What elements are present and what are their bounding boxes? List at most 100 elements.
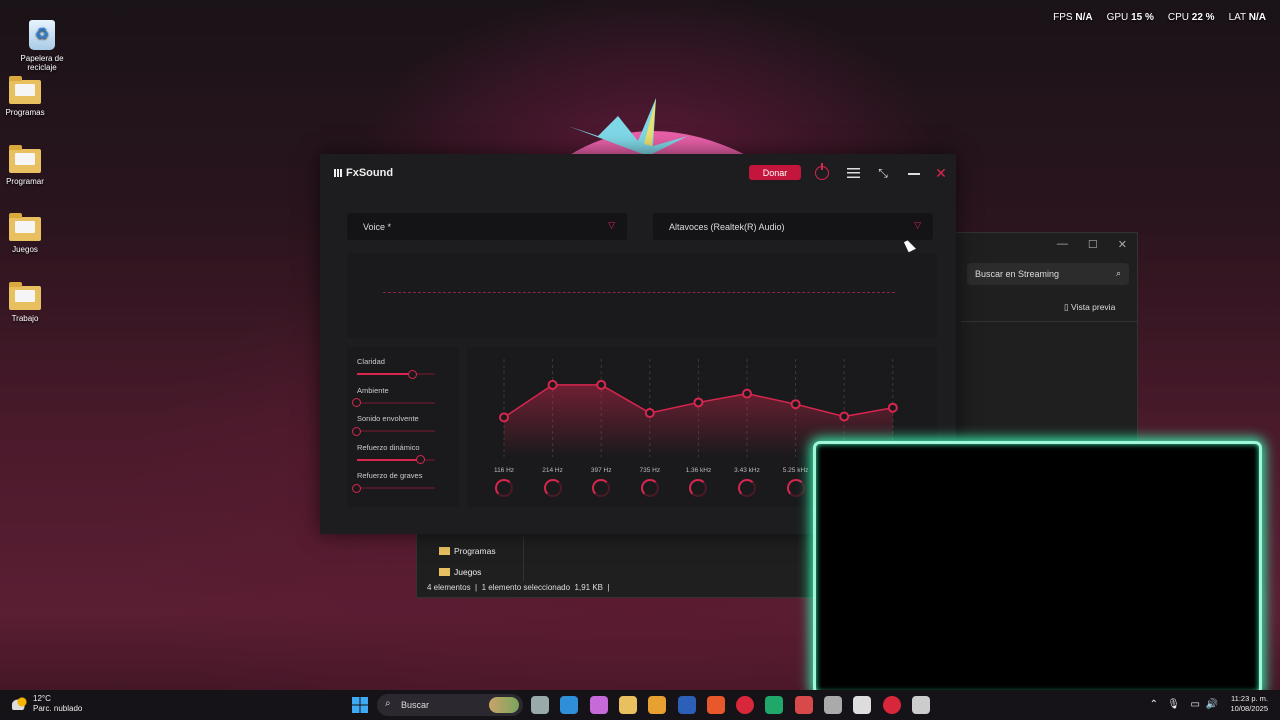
nav-item-juegos[interactable]: Juegos xyxy=(439,567,481,577)
eq-band-handle-8[interactable] xyxy=(887,402,898,413)
eq-band-dial-0[interactable] xyxy=(495,479,513,497)
slider-track[interactable] xyxy=(357,369,435,379)
steam-icon[interactable] xyxy=(824,696,842,714)
capture-overlay-window xyxy=(813,441,1262,695)
power-button[interactable] xyxy=(812,163,832,183)
fxsound-taskbar-icon[interactable] xyxy=(853,696,872,714)
microphone-icon[interactable]: 🎙 xyxy=(1167,699,1180,710)
start-button[interactable] xyxy=(352,697,368,713)
eq-frequency-label: 397 Hz xyxy=(590,467,612,474)
whatsapp-icon[interactable] xyxy=(765,696,784,714)
task-manager-icon[interactable] xyxy=(911,696,930,714)
chevron-down-icon: ▽ xyxy=(608,220,615,230)
chrome-icon[interactable] xyxy=(648,696,667,714)
maximize-icon[interactable]: ☐ xyxy=(1088,238,1098,251)
slider-knob[interactable] xyxy=(415,455,425,464)
effect-label: Claridad xyxy=(357,357,385,366)
word-icon[interactable] xyxy=(677,696,696,714)
opera-icon[interactable] xyxy=(882,696,901,714)
edge-icon[interactable] xyxy=(560,696,579,714)
slider-track[interactable] xyxy=(357,455,435,464)
effect-label: Ambiente xyxy=(357,385,389,395)
equalizer-logo-icon xyxy=(334,169,343,177)
eq-band-handle-0[interactable] xyxy=(499,412,509,423)
folder-icon xyxy=(439,547,450,555)
slider-knob[interactable] xyxy=(408,369,418,379)
shrink-arrows-icon: ⤡ xyxy=(878,166,888,180)
opera-gx-icon[interactable] xyxy=(736,696,755,714)
donate-button[interactable]: Donar xyxy=(749,165,801,180)
compact-mode-button[interactable]: ⤡ xyxy=(873,163,893,183)
close-icon[interactable]: ✕ xyxy=(1118,238,1127,251)
effect-slider-4[interactable]: Refuerzo de graves xyxy=(352,471,435,493)
eq-band-handle-6[interactable] xyxy=(790,399,801,410)
effect-label: Refuerzo de graves xyxy=(357,471,423,480)
copilot-icon[interactable] xyxy=(589,696,608,714)
microphone-icon[interactable] xyxy=(794,696,813,714)
eq-band-dial-6[interactable] xyxy=(786,479,805,497)
menu-button[interactable] xyxy=(843,163,863,183)
performance-overlay: FPS N/A GPU 15 % CPU 22 % LAT N/A xyxy=(1053,12,1266,23)
output-device-dropdown[interactable]: Altavoces (Realtek(R) Audio) ▽ xyxy=(653,213,933,240)
desktop-icon-programar[interactable]: Programar xyxy=(0,145,50,186)
slider-track[interactable] xyxy=(352,398,435,407)
nav-item-programas[interactable]: Programas xyxy=(439,546,496,556)
effect-slider-3[interactable]: Refuerzo dinámico xyxy=(357,443,435,464)
taskbar: 12°C Parc. nublado ⌕ Buscar ⌃ 🎙 ▭ 🔊 11:2… xyxy=(0,690,1280,720)
divider xyxy=(523,537,524,581)
desktop-icon-label: Trabajo xyxy=(11,314,39,323)
folder-icon xyxy=(9,282,41,310)
folder-icon xyxy=(439,568,450,576)
eq-frequency-label: 1.36 kHz xyxy=(685,467,712,474)
brave-icon[interactable] xyxy=(706,696,725,714)
slider-knob[interactable] xyxy=(352,398,361,407)
slider-track[interactable] xyxy=(352,426,435,436)
preset-dropdown[interactable]: Voice * ▽ xyxy=(347,213,627,240)
explorer-search-input[interactable]: Buscar en Streaming ⌕ xyxy=(967,263,1129,285)
chevron-up-icon[interactable]: ⌃ xyxy=(1150,699,1158,710)
eq-band-handle-4[interactable] xyxy=(693,397,704,408)
minimize-icon xyxy=(908,173,920,175)
eq-frequency-label: 3.43 kHz xyxy=(734,467,760,474)
eq-band-dial-5[interactable] xyxy=(738,479,756,497)
desktop-icon-programas[interactable]: Programas xyxy=(0,76,50,117)
weather-description: Parc. nublado xyxy=(33,704,83,713)
slider-knob[interactable] xyxy=(352,426,361,436)
minimize-button[interactable] xyxy=(904,163,924,183)
network-icon[interactable]: ▭ xyxy=(1191,699,1200,710)
eq-frequency-label: 214 Hz xyxy=(542,467,563,474)
effect-slider-1[interactable]: Ambiente xyxy=(352,385,435,407)
desktop-icon-label: Programar xyxy=(6,177,44,186)
minimize-icon[interactable]: — xyxy=(1057,238,1068,251)
effect-slider-0[interactable]: Claridad xyxy=(357,357,435,379)
slider-track[interactable] xyxy=(352,483,435,493)
eq-frequency-label: 735 Hz xyxy=(639,467,661,474)
fps-stat: FPS N/A xyxy=(1053,12,1093,23)
eq-band-handle-5[interactable] xyxy=(742,388,752,399)
eq-band-dial-3[interactable] xyxy=(640,479,659,497)
taskbar-search-label: Buscar xyxy=(401,700,430,710)
effect-slider-2[interactable]: Sonido envolvente xyxy=(352,414,435,436)
hamburger-icon xyxy=(846,168,860,178)
close-button[interactable]: ✕ xyxy=(931,163,951,183)
explorer-window-controls: — ☐ ✕ xyxy=(1057,238,1127,251)
eq-band-handle-3[interactable] xyxy=(644,408,655,418)
preview-pane-button[interactable]: ▯ Vista previa xyxy=(1064,302,1115,313)
volume-icon[interactable]: 🔊 xyxy=(1206,699,1218,710)
explorer-status-bar: 4 elementos | 1 elemento seleccionado 1,… xyxy=(427,583,610,592)
file-explorer-icon[interactable] xyxy=(618,696,637,714)
desktop-icon-trabajo[interactable]: Trabajo xyxy=(0,282,50,323)
clock-time: 11:23 p. m. xyxy=(1231,694,1268,703)
eq-band-dial-1[interactable] xyxy=(543,479,562,497)
eq-band-handle-7[interactable] xyxy=(839,411,850,422)
slider-knob[interactable] xyxy=(352,483,361,493)
power-icon xyxy=(815,163,829,180)
eq-band-handle-2[interactable] xyxy=(596,379,607,390)
eq-band-handle-1[interactable] xyxy=(547,379,558,390)
desktop-icon-recycle-bin[interactable]: ♻ Papelera de reciclaje xyxy=(17,20,67,72)
taskbar-search[interactable]: ⌕ Buscar xyxy=(377,694,523,716)
preset-value: Voice * xyxy=(363,222,392,232)
clock[interactable]: 11:23 p. m. 10/08/2025 xyxy=(1230,694,1268,714)
desktop-icon-juegos[interactable]: Juegos xyxy=(0,213,50,254)
task-view-icon[interactable] xyxy=(531,696,549,714)
